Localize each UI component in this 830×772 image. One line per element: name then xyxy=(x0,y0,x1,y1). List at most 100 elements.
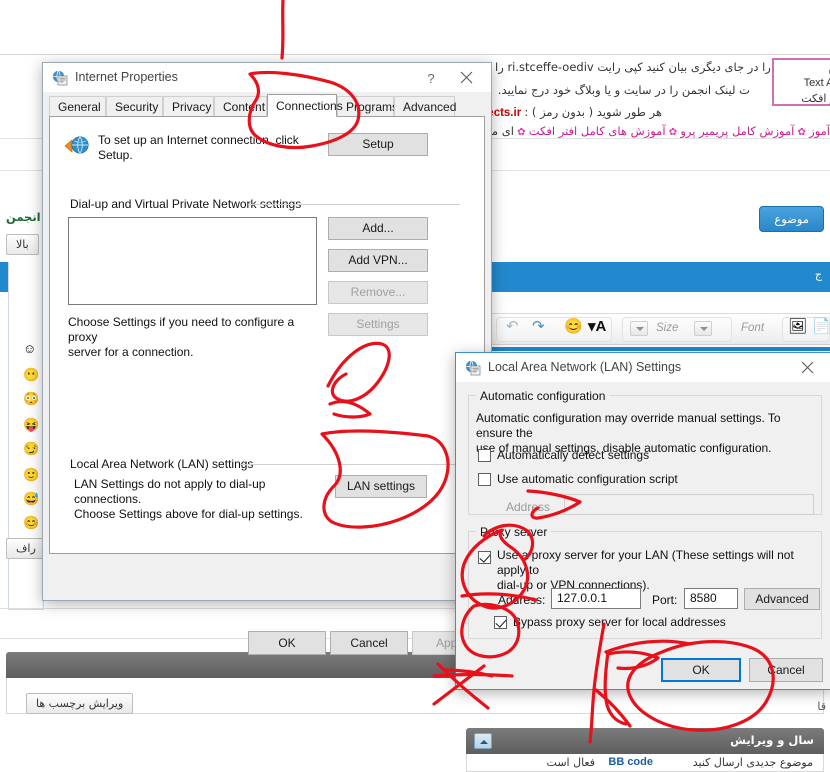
bbcode-status: فعال است xyxy=(546,756,595,769)
tab-advanced[interactable]: Advanced xyxy=(394,96,456,116)
settings-button: Settings xyxy=(328,313,428,336)
tab-connections[interactable]: Connections xyxy=(267,94,343,117)
tab-general[interactable]: General xyxy=(49,96,106,116)
add-vpn-button[interactable]: Add VPN... xyxy=(328,249,428,272)
smiley-icon-4[interactable]: 😝 xyxy=(23,418,39,431)
tab-content[interactable]: Content xyxy=(214,96,267,116)
smiley-icon-2[interactable]: 😶 xyxy=(23,368,39,381)
tab-programs[interactable]: Programs xyxy=(337,96,398,116)
blue-bar-label: ج xyxy=(814,268,822,281)
smiley-icon-8[interactable]: 😊 xyxy=(23,516,39,529)
lan-settings-dialog[interactable]: Local Area Network (LAN) Settings Automa… xyxy=(455,352,830,690)
post-panel-header: سال و ویرایش xyxy=(466,728,824,754)
bg-link-2[interactable]: آموزش کامل پریمیر پرو xyxy=(680,124,794,138)
font-color-icon[interactable]: ▾A xyxy=(588,319,606,334)
auto-address-input xyxy=(564,494,814,515)
lan-settings-cancel-button[interactable]: Cancel xyxy=(749,658,823,682)
use-proxy-checkbox[interactable] xyxy=(478,551,491,564)
graph-button[interactable]: راف xyxy=(6,538,46,559)
callout-line3: ای افتر افکت xyxy=(801,92,830,105)
tab-privacy[interactable]: Privacy xyxy=(163,96,214,116)
smiley-icon-1[interactable]: ☺ xyxy=(23,342,36,355)
bypass-proxy-label[interactable]: Bypass proxy server for local addresses xyxy=(513,615,726,630)
right-edge-label: قا xyxy=(817,700,826,713)
proxy-address-input[interactable]: 127.0.0.1 xyxy=(551,588,641,609)
new-topic-button[interactable]: موضوع xyxy=(759,206,824,232)
lan-description-line1: LAN Settings do not apply to dial-up con… xyxy=(74,477,266,506)
setup-description-line1: To set up an Internet connection, click xyxy=(98,133,299,147)
lan-group-line xyxy=(240,464,460,465)
connections-listbox[interactable] xyxy=(68,217,317,305)
internet-properties-title-text: Internet Properties xyxy=(75,70,178,84)
internet-properties-tabs[interactable]: General Security Privacy Content Connect… xyxy=(49,94,487,117)
lan-settings-ok-button[interactable]: OK xyxy=(661,658,741,682)
auto-address-label: Address xyxy=(506,500,551,514)
lan-close-icon[interactable] xyxy=(788,355,828,381)
choose-settings-line2: server for a connection. xyxy=(68,345,194,359)
callout-line1: م xyxy=(774,61,830,76)
internet-properties-icon xyxy=(52,70,68,86)
add-button[interactable]: Add... xyxy=(328,217,428,240)
use-proxy-label[interactable]: Use a proxy server for your LAN (These s… xyxy=(497,548,817,593)
lan-settings-titlebar[interactable]: Local Area Network (LAN) Settings xyxy=(456,353,830,383)
bbcode-label: BB code xyxy=(608,756,653,768)
flower-icon-3: ✿ xyxy=(797,127,806,138)
bg-paragraph-line-2: ت لینک انجمن را در سایت و یا وبلاگ خود د… xyxy=(498,83,750,97)
tab-security[interactable]: Security xyxy=(106,96,163,116)
lan-description: LAN Settings do not apply to dial-up con… xyxy=(74,477,324,522)
undo-icon[interactable]: ↶ xyxy=(506,319,519,334)
bg-link-1[interactable]: آموزش های کامل افتر افکت xyxy=(529,124,666,138)
bg-link-3[interactable]: آموز xyxy=(809,124,830,138)
setup-button[interactable]: Setup xyxy=(328,133,428,156)
flower-icon-2: ✿ xyxy=(668,127,678,138)
edit-tags-button[interactable]: ویرایش برچسب ها xyxy=(26,693,134,714)
font-label[interactable]: Font xyxy=(741,322,764,334)
lan-settings-icon xyxy=(465,360,481,376)
post-rule-text: موضوع جدیدی ارسال کنید xyxy=(692,756,813,769)
smiley-icon-6[interactable]: 🙂 xyxy=(23,468,39,481)
lan-settings-title-text: Local Area Network (LAN) Settings xyxy=(488,360,682,374)
smiley-icon-3[interactable]: 😳 xyxy=(23,392,39,405)
callout-line2: Text Animat xyxy=(803,77,830,89)
internet-properties-cancel-button[interactable]: Cancel xyxy=(330,631,408,655)
choose-settings-description: Choose Settings if you need to configure… xyxy=(68,315,318,360)
internet-properties-titlebar[interactable]: Internet Properties ? xyxy=(43,63,491,93)
proxy-group-label: Proxy server xyxy=(476,525,552,539)
font-dropdown-arrow[interactable] xyxy=(694,321,712,336)
setup-description: To set up an Internet connection, click … xyxy=(98,133,358,163)
internet-properties-dialog[interactable]: Internet Properties ? General Security P… xyxy=(42,62,492,655)
auto-detect-checkbox[interactable] xyxy=(478,449,491,462)
bg-line3-prefix: هر طور شوید ( بدون رمز ) : xyxy=(524,105,662,119)
post-panel-title: سال و ویرایش xyxy=(730,733,814,747)
emoticon-icon[interactable]: 😊 xyxy=(564,319,583,334)
remove-button: Remove... xyxy=(328,281,428,304)
auto-detect-label[interactable]: Automatically detect settings xyxy=(497,448,649,463)
connections-tab-page: To set up an Internet connection, click … xyxy=(49,116,485,554)
proxy-port-input[interactable]: 8580 xyxy=(684,588,738,609)
bg-paragraph-line-4: آموز ✿ آموزش کامل پریمیر پرو ✿ آموزش های… xyxy=(444,124,830,138)
proxy-port-label: Port: xyxy=(652,593,678,607)
advanced-button[interactable]: Advanced xyxy=(744,588,820,610)
smiley-icon-5[interactable]: 😏 xyxy=(23,442,39,455)
editor-toolbar: ▤ ↶ ↷ 😊 ▾A Size Font 🖼 📄 xyxy=(436,313,830,345)
auto-script-checkbox[interactable] xyxy=(478,473,491,486)
lan-settings-button[interactable]: LAN settings xyxy=(335,475,427,498)
size-label[interactable]: Size xyxy=(656,322,678,334)
forum-link[interactable]: انجمن xyxy=(6,210,41,224)
internet-properties-ok-button[interactable]: OK xyxy=(248,631,326,655)
close-icon[interactable] xyxy=(447,65,487,91)
insert-image-icon[interactable]: 🖼 xyxy=(788,319,807,334)
post-panel-body: موضوع جدیدی ارسال کنید BB code فعال است xyxy=(466,754,824,772)
collapse-toggle-icon[interactable] xyxy=(474,733,492,749)
use-proxy-line1: Use a proxy server for your LAN (These s… xyxy=(497,548,794,577)
editor-accent-bar xyxy=(436,347,830,351)
size-dropdown-arrow[interactable] xyxy=(630,321,648,336)
redo-icon[interactable]: ↷ xyxy=(532,319,545,334)
scroll-top-button[interactable]: بالا xyxy=(6,234,39,255)
smiley-icon-7[interactable]: 😅 xyxy=(23,492,39,505)
auto-config-group-label: Automatic configuration xyxy=(476,389,610,403)
auto-script-label[interactable]: Use automatic configuration script xyxy=(497,472,678,487)
insert-doc-icon[interactable]: 📄 xyxy=(812,319,830,334)
help-icon[interactable]: ? xyxy=(417,68,445,90)
bypass-proxy-checkbox[interactable] xyxy=(494,616,507,629)
